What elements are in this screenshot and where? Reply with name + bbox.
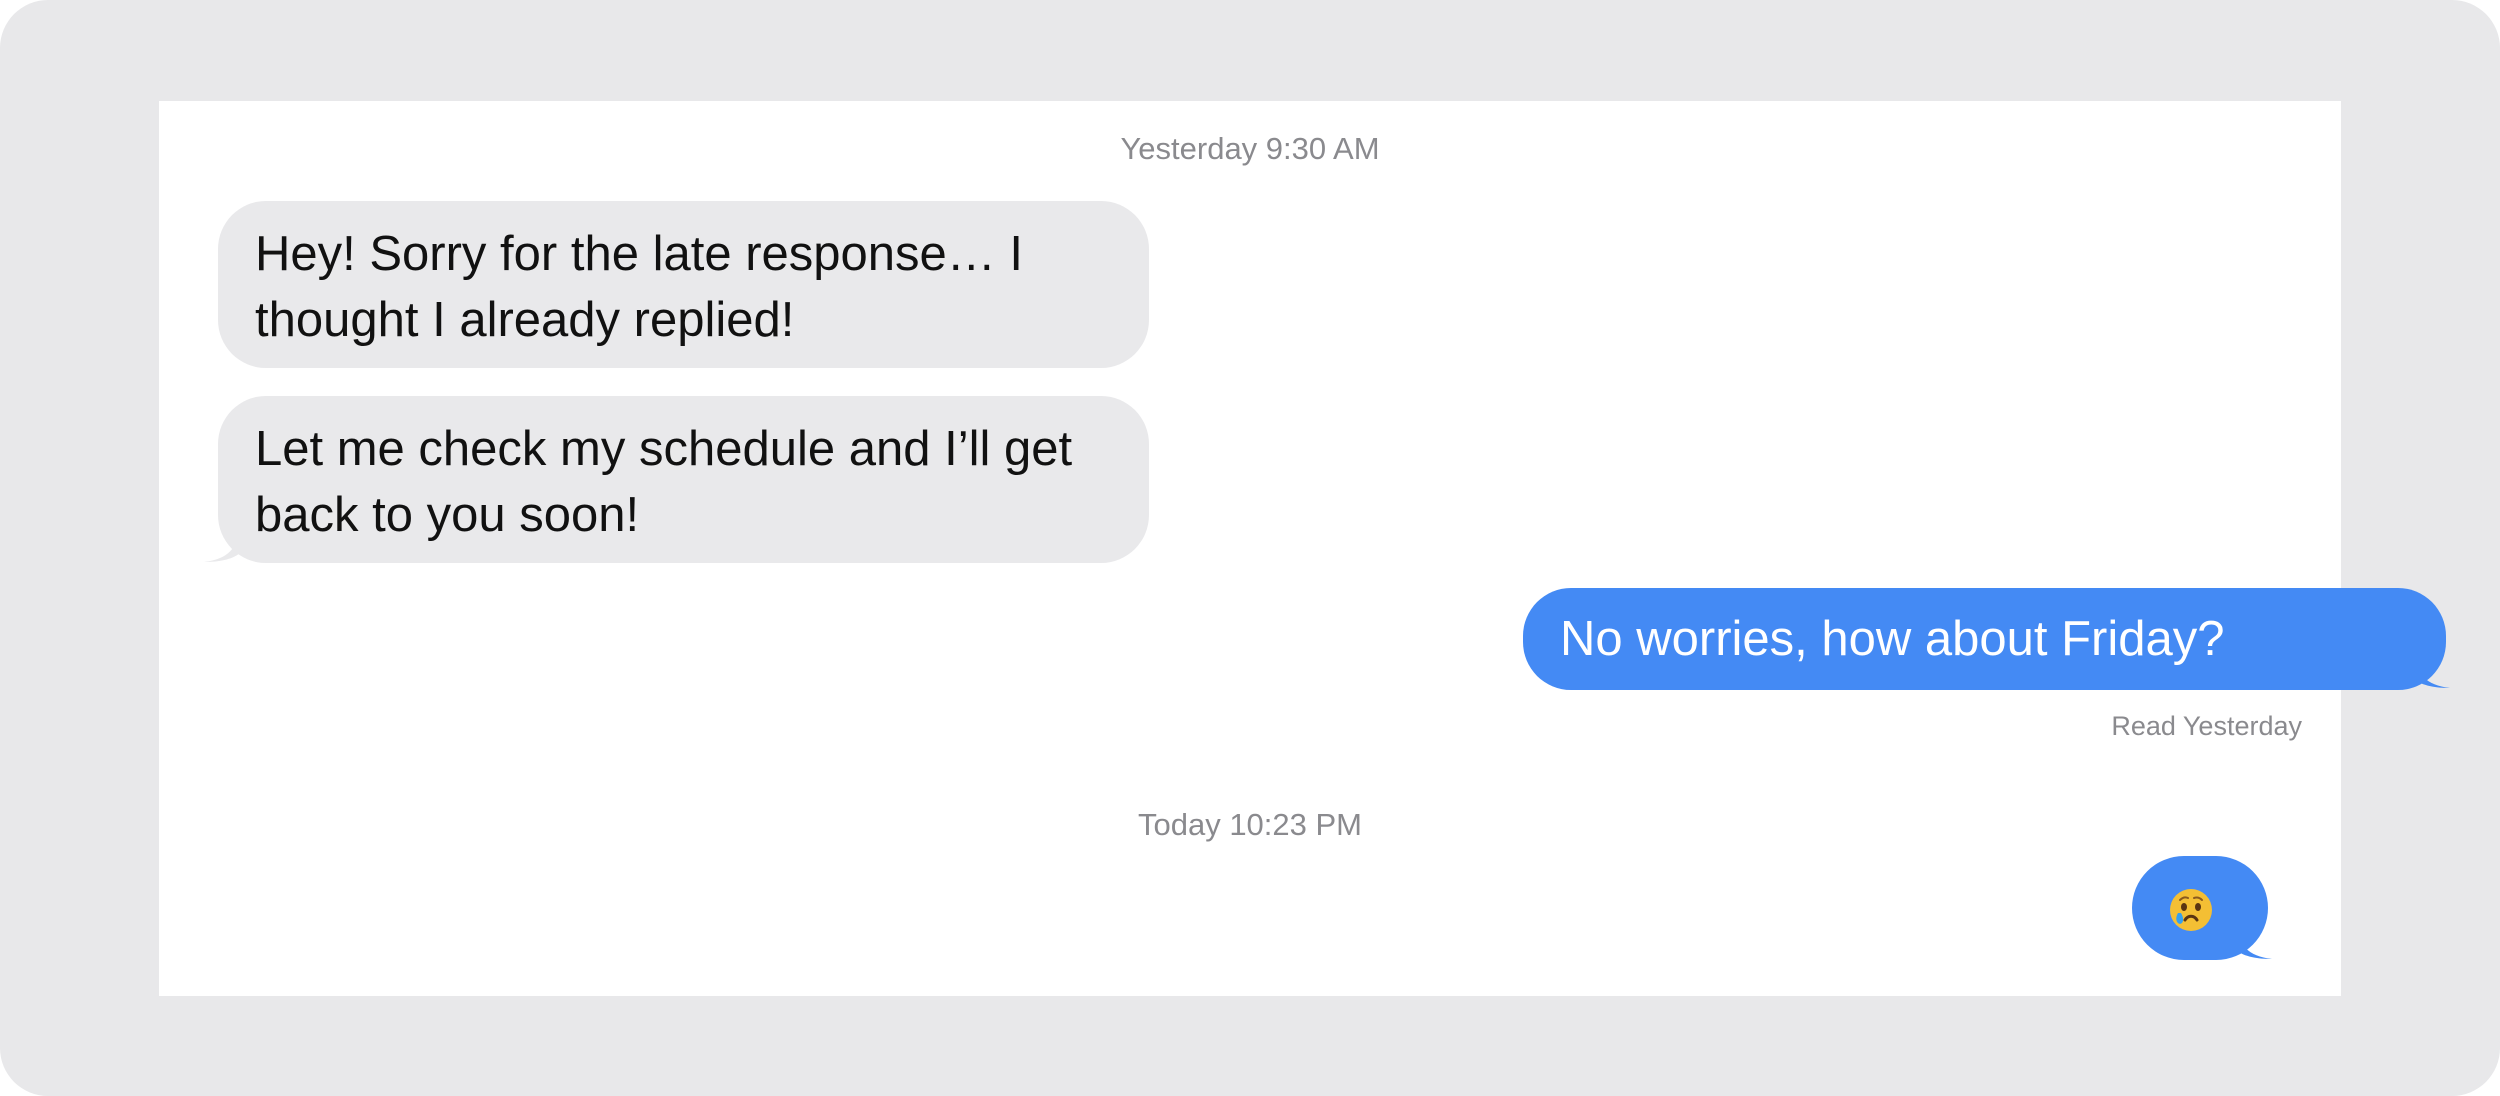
incoming-message-bubble[interactable]: Hey! Sorry for the late response… I thou… (218, 201, 1149, 368)
message-text: Hey! Sorry for the late response… I thou… (255, 227, 1023, 347)
incoming-bubble-tail (204, 528, 240, 562)
outgoing-message-bubble[interactable]: No worries, how about Friday? (1523, 588, 2446, 690)
outgoing-bubble-tail (2236, 925, 2272, 959)
incoming-message-bubble[interactable]: Let me check my schedule and I’ll get ba… (218, 396, 1149, 563)
conversation-timestamp: Today 10:23 PM (1137, 807, 1363, 842)
message-text: Let me check my schedule and I’ll get ba… (255, 422, 1073, 542)
message-text: No worries, how about Friday? (1560, 612, 2225, 666)
crying-face-icon (2170, 889, 2212, 931)
screenshot-background: Yesterday 9:30 AM Hey! Sorry for the lat… (0, 0, 2500, 1096)
read-receipt: Read Yesterday (2111, 711, 2302, 741)
conversation-timestamp: Yesterday 9:30 AM (1120, 131, 1380, 166)
conversation-panel: Yesterday 9:30 AM Hey! Sorry for the lat… (159, 101, 2450, 996)
outgoing-bubble-tail (2414, 654, 2450, 688)
